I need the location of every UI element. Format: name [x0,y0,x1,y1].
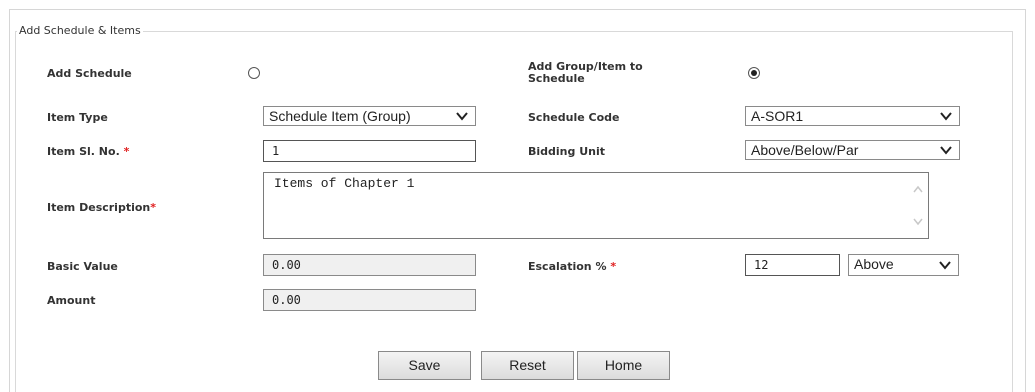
escalation-label: Escalation % * [528,260,616,273]
item-sl-no-input[interactable]: 1 [263,140,476,162]
home-button[interactable]: Home [577,351,670,380]
reset-button[interactable]: Reset [481,351,574,380]
schedule-code-label: Schedule Code [528,111,620,124]
escalation-text: Escalation % [528,260,607,273]
amount-value: 0.00 [272,293,301,307]
add-schedule-radio[interactable] [248,67,260,79]
item-sl-no-label: Item Sl. No. * [47,145,129,158]
item-description-label: Item Description* [47,201,156,214]
amount-input: 0.00 [263,289,476,311]
scroll-down-icon [913,218,923,226]
escalation-direction-select[interactable]: Above [848,254,959,276]
chevron-down-icon [939,261,951,270]
bidding-unit-select[interactable]: Above/Below/Par [745,140,960,160]
item-type-label: Item Type [47,111,108,124]
basic-value-value: 0.00 [272,258,301,272]
textarea-scrollbar[interactable] [910,175,926,236]
scroll-up-icon [913,185,923,193]
item-description-text: Item Description [47,201,151,214]
escalation-value: 12 [754,258,769,272]
bidding-unit-label: Bidding Unit [528,145,605,158]
amount-label: Amount [47,294,96,307]
chevron-down-icon [940,112,952,121]
item-sl-no-text: Item Sl. No. [47,145,120,158]
item-sl-no-value: 1 [272,144,280,158]
escalation-input[interactable]: 12 [745,254,840,276]
item-type-value: Schedule Item (Group) [269,108,411,124]
required-mark: * [123,145,130,158]
panel-title: Add Schedule & Items [17,24,143,37]
radio-selected-dot [751,70,757,76]
required-mark: * [610,260,617,273]
item-type-select[interactable]: Schedule Item (Group) [263,106,476,126]
item-description-value: Items of Chapter 1 [274,176,415,191]
chevron-down-icon [456,112,468,121]
escalation-direction-value: Above [854,256,894,272]
bidding-unit-value: Above/Below/Par [751,142,859,158]
required-mark: * [150,201,157,214]
chevron-down-icon [940,146,952,155]
schedule-code-value: A-SOR1 [751,108,804,124]
add-schedule-label: Add Schedule [47,67,132,80]
add-group-item-radio[interactable] [748,67,760,79]
basic-value-input: 0.00 [263,254,476,276]
item-description-textarea[interactable]: Items of Chapter 1 [263,172,929,239]
basic-value-label: Basic Value [47,260,118,273]
save-button[interactable]: Save [378,351,471,380]
add-group-item-label: Add Group/Item to Schedule [528,60,643,85]
schedule-code-select[interactable]: A-SOR1 [745,106,960,126]
